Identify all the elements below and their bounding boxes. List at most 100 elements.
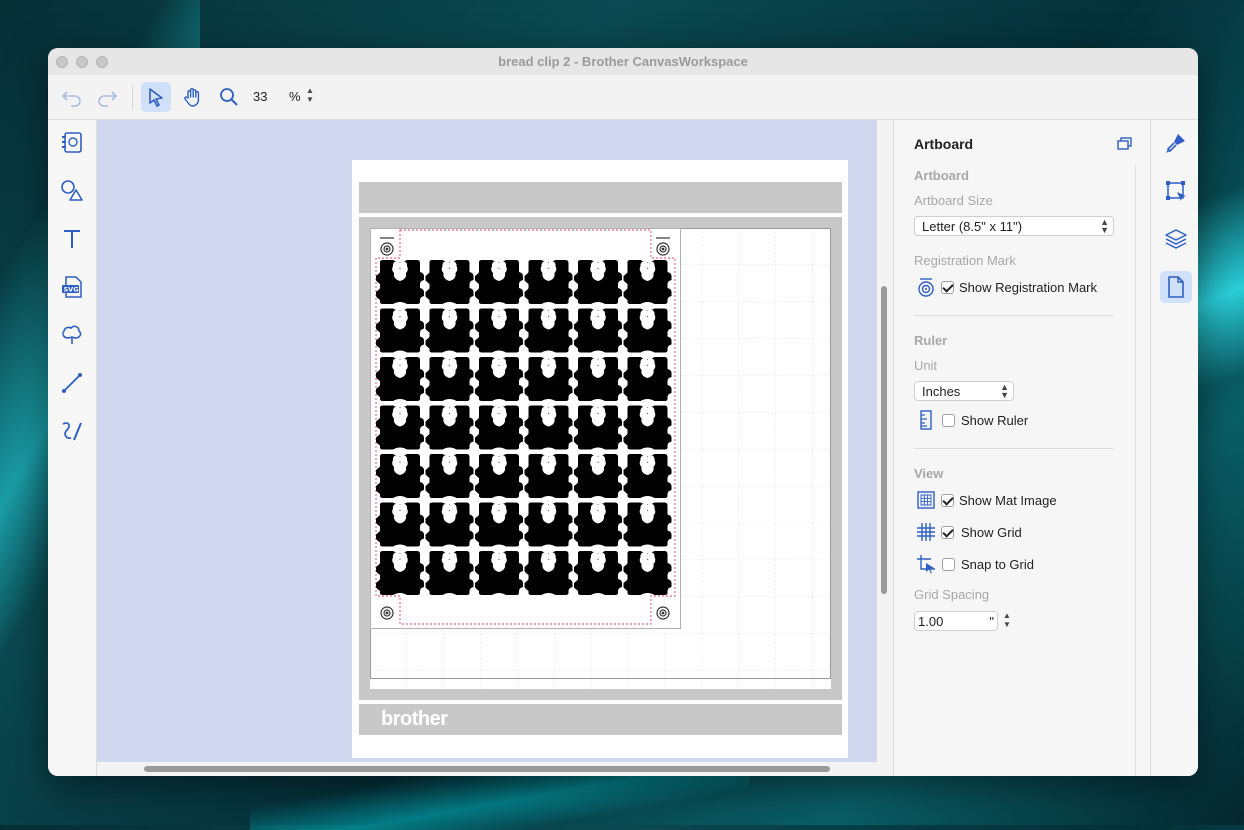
page-icon — [1168, 276, 1184, 298]
svg-import-button[interactable]: SVG — [58, 273, 86, 301]
bread-clip[interactable] — [475, 308, 523, 353]
undo-button[interactable] — [57, 82, 87, 112]
bread-clip[interactable] — [574, 551, 622, 595]
hand-tool-button[interactable] — [178, 82, 208, 112]
bread-clip[interactable] — [475, 454, 523, 498]
select-tool-button[interactable] — [141, 82, 171, 112]
bread-clip[interactable] — [574, 405, 622, 450]
brush-icon — [1166, 134, 1185, 153]
design-canvas[interactable] — [370, 228, 831, 689]
zoom-field[interactable]: 33 % — [249, 86, 303, 107]
artboard-button[interactable] — [1160, 271, 1192, 303]
bread-clip[interactable] — [376, 502, 424, 547]
bread-clip[interactable] — [425, 260, 474, 304]
show-ruler-checkbox[interactable] — [942, 414, 955, 427]
projects-icon — [62, 132, 82, 153]
snap-to-grid-checkbox[interactable] — [942, 558, 955, 571]
vertical-scrollbar[interactable] — [881, 286, 887, 594]
bread-clip[interactable] — [376, 405, 424, 450]
svg-text:SVG: SVG — [64, 286, 79, 294]
line-icon — [62, 373, 82, 393]
show-mat-image-checkbox[interactable] — [941, 494, 954, 507]
bread-clip[interactable] — [574, 357, 622, 401]
text-button[interactable] — [58, 225, 86, 253]
bread-clip[interactable] — [376, 308, 424, 353]
horizontal-scrollbar[interactable] — [144, 766, 830, 772]
patterns-icon — [62, 325, 82, 344]
redo-button[interactable] — [92, 82, 122, 112]
bread-clip[interactable] — [475, 405, 523, 450]
zoom-stepper[interactable]: ▲ ▼ — [305, 86, 315, 107]
unit-select[interactable]: Inches ▲ ▼ — [914, 381, 1014, 401]
bread-clip[interactable] — [524, 502, 573, 547]
bread-clip[interactable] — [574, 454, 622, 498]
show-grid-row: Show Grid — [914, 522, 1124, 544]
undo-icon — [61, 91, 81, 107]
bread-clip[interactable] — [376, 454, 424, 498]
artboard-size-select[interactable]: Letter (8.5" x 11") ▲ ▼ — [914, 216, 1114, 236]
svg-file-icon: SVG — [62, 276, 82, 298]
snap-grid-icon — [917, 555, 935, 574]
bread-clip[interactable] — [475, 260, 523, 304]
bread-clip[interactable] — [425, 405, 474, 450]
projects-button[interactable] — [58, 129, 86, 157]
line-tool-button[interactable] — [58, 369, 86, 397]
transform-icon — [1166, 181, 1186, 201]
shapes-button[interactable] — [58, 177, 86, 205]
select-arrows-icon: ▲ ▼ — [1100, 217, 1109, 235]
bread-clip[interactable] — [475, 357, 523, 401]
select-arrows-icon: ▲ ▼ — [1000, 382, 1009, 400]
bread-clip[interactable] — [425, 308, 474, 353]
bread-clip[interactable] — [623, 405, 672, 450]
bread-clip[interactable] — [524, 454, 573, 498]
freehand-tool-button[interactable] — [58, 417, 86, 445]
grid-spacing-field[interactable]: 1.00 " — [914, 611, 998, 631]
bread-clip[interactable] — [524, 357, 573, 401]
bread-clip[interactable] — [475, 551, 523, 595]
mat-image-icon — [917, 491, 935, 509]
bread-clip[interactable] — [574, 502, 622, 547]
paint-tool-button[interactable] — [1160, 127, 1192, 159]
detach-icon — [1117, 137, 1132, 150]
bread-clip[interactable] — [524, 308, 573, 353]
left-toolbar: SVG — [48, 120, 97, 776]
mat-bottom-strip: brother — [359, 704, 842, 735]
detach-panel-button[interactable] — [1117, 137, 1133, 156]
show-grid-checkbox[interactable] — [941, 526, 954, 539]
transform-button[interactable] — [1160, 175, 1192, 207]
hand-icon — [184, 88, 200, 107]
bread-clip[interactable] — [524, 551, 573, 595]
grid-spacing-stepper[interactable]: ▲ ▼ — [1002, 611, 1012, 632]
bread-clip[interactable] — [524, 405, 573, 450]
bread-clip[interactable] — [475, 502, 523, 547]
layers-icon — [1165, 229, 1187, 249]
properties-panel: Artboard Artboard Artboard Size Letter (… — [893, 120, 1150, 776]
bread-clip[interactable] — [376, 260, 424, 304]
bread-clip[interactable] — [623, 357, 672, 401]
zoom-tool-button[interactable] — [214, 82, 244, 112]
bread-clip[interactable] — [623, 551, 672, 595]
zoom-unit: % — [289, 89, 301, 104]
bread-clip[interactable] — [425, 551, 474, 595]
unit-label: Unit — [914, 358, 938, 373]
canvas-area[interactable]: brother — [97, 120, 877, 762]
bread-clip[interactable] — [574, 260, 622, 304]
bread-clip[interactable] — [574, 308, 622, 353]
patterns-button[interactable] — [58, 321, 86, 349]
bread-clip[interactable] — [623, 454, 672, 498]
bread-clip[interactable] — [524, 260, 573, 304]
bread-clip[interactable] — [425, 454, 474, 498]
bread-clip[interactable] — [376, 551, 424, 595]
bread-clip[interactable] — [623, 502, 672, 547]
registration-mark-label: Registration Mark — [914, 253, 1016, 268]
show-grid-label: Show Grid — [961, 525, 1022, 540]
bread-clip[interactable] — [376, 357, 424, 401]
layers-button[interactable] — [1160, 223, 1192, 255]
bread-clip[interactable] — [425, 357, 474, 401]
bread-clip[interactable] — [425, 502, 474, 547]
bread-clip[interactable] — [623, 308, 672, 353]
show-registration-checkbox[interactable] — [941, 281, 954, 294]
freehand-icon — [62, 422, 82, 441]
bread-clip[interactable] — [623, 260, 672, 304]
artboard-section-heading: Artboard — [914, 168, 969, 183]
